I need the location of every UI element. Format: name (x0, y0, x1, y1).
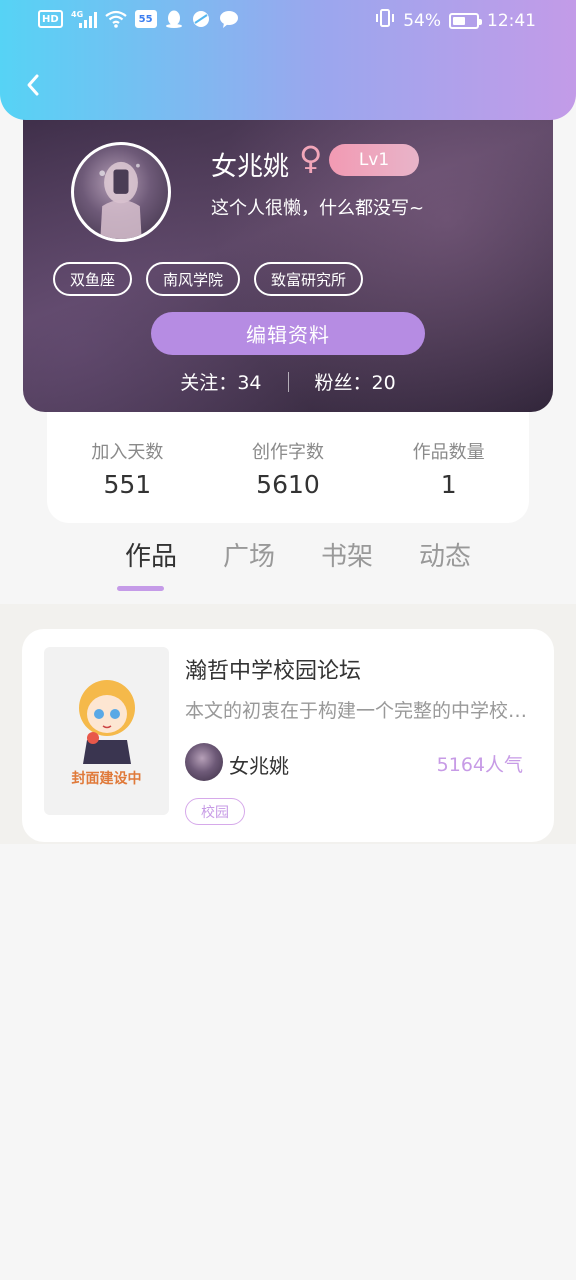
work-tag[interactable]: 校园 (185, 798, 245, 825)
tab-label: 作品 (124, 542, 177, 572)
status-left-icons: HD 4G 55 (38, 9, 239, 29)
clock: 12:41 (487, 10, 536, 31)
profile-tag[interactable]: 双鱼座 (53, 262, 133, 296)
app-icon: 55 (134, 10, 157, 28)
stat-label: 作品数量 (412, 442, 485, 463)
status-right-icons: 54% 12:41 (375, 8, 536, 33)
user-bio: 这个人很懒，什么都没写~ (211, 198, 425, 219)
tab-active-indicator (117, 586, 164, 591)
author-avatar (185, 743, 223, 781)
avatar-photo (99, 161, 142, 239)
qq-icon (165, 9, 183, 29)
battery-percent: 54% (403, 10, 441, 31)
followers-label: 粉丝： (314, 372, 372, 394)
stat-works-count: 作品数量 1 (384, 438, 514, 499)
cover-placeholder-text: 封面建设中 (71, 771, 142, 787)
following-count: 34 (237, 372, 262, 394)
stat-value: 1 (440, 470, 457, 499)
profile-tag[interactable]: 南风学院 (146, 262, 241, 296)
tab-label: 动态 (418, 542, 471, 572)
following-link[interactable]: 关注：34 (180, 368, 261, 395)
chat-icon (219, 9, 239, 29)
wifi-icon (104, 9, 127, 29)
work-cover[interactable]: 封面建设中 (44, 647, 169, 815)
level-badge: Lv1 (329, 144, 419, 176)
follow-divider (287, 371, 289, 392)
works-list: 封面建设中 瀚哲中学校园论坛 本文的初衷在于构建一个完整的中学校园论坛 女兆姚 … (0, 604, 576, 844)
popularity-count: 5164人气 (436, 754, 523, 776)
tab-activity[interactable]: 动态 (396, 536, 494, 594)
work-card[interactable]: 封面建设中 瀚哲中学校园论坛 本文的初衷在于构建一个完整的中学校园论坛 女兆姚 … (22, 629, 554, 842)
avatar[interactable] (71, 142, 171, 242)
battery-fill (453, 16, 465, 25)
stat-label: 创作字数 (251, 442, 324, 463)
tab-works[interactable]: 作品 (102, 536, 200, 594)
profile-card: 女兆姚 ♀ Lv1 这个人很懒，什么都没写~ 双鱼座 南风学院 致富研究所 编辑… (23, 90, 553, 412)
hd-icon: HD (38, 10, 63, 28)
followers-link[interactable]: 粉丝：20 (315, 368, 396, 395)
tab-label: 广场 (222, 542, 275, 572)
vibrate-icon (375, 8, 395, 33)
stat-value: 551 (103, 470, 152, 499)
stat-join-days: 加入天数 551 (62, 438, 192, 499)
followers-count: 20 (371, 372, 396, 394)
network-type-label: 4G (71, 10, 83, 19)
tab-bookshelf[interactable]: 书架 (298, 536, 396, 594)
following-label: 关注： (180, 372, 238, 394)
user-name: 女兆姚 (211, 152, 290, 182)
stat-word-count: 创作字数 5610 (223, 438, 353, 499)
tab-label: 书架 (320, 542, 373, 572)
stat-label: 加入天数 (91, 442, 164, 463)
browser-icon (191, 9, 211, 29)
work-title: 瀚哲中学校园论坛 (185, 659, 362, 684)
battery-icon (449, 12, 482, 29)
content-tabs: 作品 广场 书架 动态 (102, 536, 494, 594)
female-gender-icon: ♀ (299, 139, 323, 177)
tab-square[interactable]: 广场 (200, 536, 298, 594)
stats-card: 加入天数 551 创作字数 5610 作品数量 1 (47, 405, 529, 523)
cover-placeholder-illustration (78, 680, 135, 764)
back-button[interactable] (18, 70, 48, 100)
signal-icon: 4G (71, 9, 97, 29)
status-bar: HD 4G 55 54% 12:41 (0, 0, 576, 40)
edit-profile-button[interactable]: 编辑资料 (151, 312, 425, 355)
author-name: 女兆姚 (229, 754, 289, 778)
profile-tags: 双鱼座 南风学院 致富研究所 (53, 262, 364, 296)
profile-tag[interactable]: 致富研究所 (254, 262, 364, 296)
header-bar: HD 4G 55 54% 12:41 (0, 0, 576, 120)
follow-stats: 关注：34 粉丝：20 (23, 368, 553, 395)
stat-value: 5610 (256, 470, 320, 499)
chevron-left-icon (27, 74, 39, 96)
work-description: 本文的初衷在于构建一个完整的中学校园论坛 (185, 700, 530, 722)
